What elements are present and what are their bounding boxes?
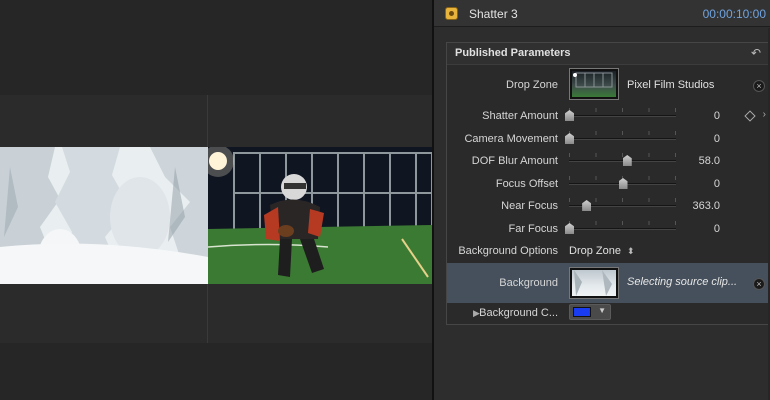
background-thumbnail[interactable] [569, 267, 619, 299]
clear-background-button[interactable]: × [753, 278, 765, 290]
published-parameters-section: Published Parameters ↶ Drop Zone Pixel F… [446, 42, 770, 325]
color-swatch [573, 307, 591, 317]
background-status: Selecting source clip... [627, 276, 738, 288]
drop-zone-label: Drop Zone [506, 79, 558, 91]
background-label: Background [499, 277, 558, 289]
inspector-header: Shatter 3 00:00:10:00 [434, 0, 770, 27]
param-value[interactable]: 0 [660, 223, 720, 235]
updown-arrows-icon: ⬍ [626, 246, 635, 256]
background-color-well[interactable]: ▼ [569, 304, 611, 320]
param-label: Camera Movement [464, 133, 558, 145]
background-options-popup[interactable]: Drop Zone ⬍ [569, 245, 635, 257]
background-row[interactable]: Background Selecting source clip... × [447, 263, 770, 303]
background-options-label: Background Options [458, 245, 558, 257]
motion-effect-icon [445, 7, 458, 20]
background-image [572, 270, 616, 296]
snow-video-frame [0, 147, 208, 284]
param-value[interactable]: 0 [660, 110, 720, 122]
param-value[interactable]: 0 [660, 133, 720, 145]
drop-zone-thumbnail[interactable] [569, 68, 619, 100]
background-color-label: Background C... [479, 307, 558, 319]
timecode: 00:00:10:00 [702, 7, 766, 21]
section-header[interactable]: Published Parameters ↶ [447, 43, 770, 65]
next-keyframe-icon[interactable]: › [763, 109, 766, 120]
param-label: Near Focus [501, 200, 558, 212]
effect-title: Shatter 3 [469, 7, 518, 21]
viewer [0, 0, 432, 400]
section-title: Published Parameters [455, 47, 571, 59]
param-label: Shatter Amount [482, 110, 558, 122]
param-value[interactable]: 0 [660, 178, 720, 190]
param-label: DOF Blur Amount [471, 155, 558, 167]
param-label: Focus Offset [495, 178, 558, 190]
param-label: Far Focus [508, 223, 558, 235]
keyframe-diamond-icon[interactable] [744, 110, 756, 122]
reset-icon[interactable]: ↶ [751, 46, 761, 60]
clear-drop-zone-button[interactable]: × [753, 80, 765, 92]
param-value[interactable]: 363.0 [660, 200, 720, 212]
drop-zone-image [572, 71, 616, 97]
inspector-panel: Shatter 3 00:00:10:00 Published Paramete… [434, 0, 770, 400]
football-video-frame [208, 147, 432, 284]
drop-zone-source-name: Pixel Film Studios [627, 79, 715, 91]
background-options-value: Drop Zone [569, 245, 621, 257]
param-value[interactable]: 58.0 [660, 155, 720, 167]
color-dropdown-icon[interactable]: ▼ [598, 306, 606, 315]
